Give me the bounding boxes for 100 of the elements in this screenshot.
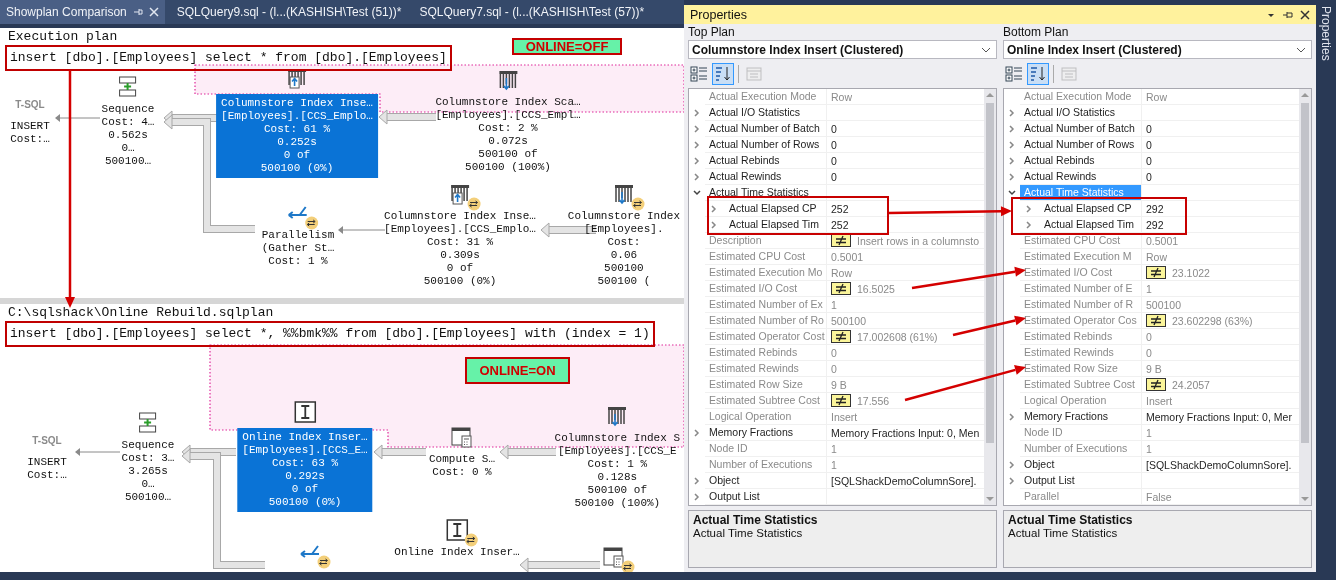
property-name[interactable]: Number of Executions: [1020, 441, 1141, 456]
property-name[interactable]: Actual I/O Statistics: [1020, 105, 1141, 120]
operator-details[interactable]: INSERT Cost:…: [8, 120, 52, 146]
property-name[interactable]: Estimated Execution Mo: [705, 265, 826, 280]
property-name[interactable]: Actual Execution Mode: [1020, 89, 1141, 104]
property-name[interactable]: Parallel: [1020, 489, 1141, 504]
chevron-right-icon[interactable]: [692, 492, 702, 502]
chevron-right-icon[interactable]: [692, 108, 702, 118]
pin-icon[interactable]: [132, 7, 143, 17]
chevron-right-icon[interactable]: [1007, 124, 1017, 134]
chevron-right-icon[interactable]: [709, 203, 719, 214]
property-name[interactable]: Estimated Rebinds: [705, 345, 826, 360]
operator-dropdown[interactable]: Online Index Insert (Clustered): [1003, 40, 1312, 59]
property-name[interactable]: Actual Rewinds: [705, 169, 826, 184]
chevron-right-icon[interactable]: [1024, 203, 1034, 214]
property-name[interactable]: Estimated I/O Cost: [705, 281, 826, 296]
operator-details[interactable]: Parallelism (Gather St… Cost: 1 %: [259, 229, 337, 268]
pin-icon[interactable]: [1282, 9, 1294, 20]
property-name[interactable]: Object: [705, 473, 826, 488]
side-tab[interactable]: Properties: [1319, 6, 1333, 61]
operator-details[interactable]: Columnstore Index Inse… [Employees].[CCS_Emplo… Cost: 31 % 0.309s 0 of 500100 (0%): [382, 210, 538, 288]
property-name[interactable]: Actual Rebinds: [1020, 153, 1141, 168]
property-name[interactable]: Estimated Row Size: [705, 377, 826, 392]
property-name[interactable]: Actual Elapsed CP: [1040, 201, 1141, 216]
operator-details[interactable]: Sequence Cost: 3… 3.265s 0… 500100…: [119, 439, 177, 504]
scrollbar-thumb[interactable]: [986, 103, 994, 443]
chevron-right-icon[interactable]: [692, 140, 702, 150]
property-name[interactable]: Actual Rewinds: [1020, 169, 1141, 184]
chevron-right-icon[interactable]: [1007, 172, 1017, 182]
property-name[interactable]: Estimated CPU Cost: [1020, 233, 1141, 248]
chevron-right-icon[interactable]: [1007, 460, 1017, 470]
sort-icon[interactable]: [1027, 63, 1049, 85]
operator-details[interactable]: Columnstore Index Inse… [Employees].[CCS_Emplo… Cost: 61 % 0.252s 0 of 500100 (0%): [216, 94, 378, 178]
property-name[interactable]: Estimated Number of Ro: [705, 313, 826, 328]
property-name[interactable]: Estimated Rewinds: [705, 361, 826, 376]
property-name[interactable]: Estimated Operator Cos: [1020, 313, 1141, 328]
property-name[interactable]: Estimated Execution M: [1020, 249, 1141, 264]
property-name[interactable]: Estimated Rewinds: [1020, 345, 1141, 360]
chevron-down-icon[interactable]: [1007, 188, 1017, 198]
chevron-right-icon[interactable]: [692, 172, 702, 182]
property-name[interactable]: Actual Number of Batch: [705, 121, 826, 136]
property-name[interactable]: Estimated Subtree Cost: [705, 393, 826, 408]
property-name[interactable]: Estimated Row Size: [1020, 361, 1141, 376]
chevron-right-icon[interactable]: [709, 219, 719, 230]
operator-dropdown[interactable]: Columnstore Index Insert (Clustered): [688, 40, 997, 59]
property-name[interactable]: Node ID: [1020, 425, 1141, 440]
chevron-right-icon[interactable]: [692, 156, 702, 166]
operator-details[interactable]: Sequence Cost: 4… 0.562s 0… 500100…: [99, 103, 157, 168]
chevron-right-icon[interactable]: [1007, 108, 1017, 118]
property-name[interactable]: Estimated Number of R: [1020, 297, 1141, 312]
property-name[interactable]: Number of Executions: [705, 457, 826, 472]
operator-details[interactable]: Online Index Inser…: [392, 546, 522, 559]
property-name[interactable]: Estimated Subtree Cost: [1020, 377, 1141, 392]
chevron-down-icon[interactable]: [692, 188, 702, 198]
categorized-list-icon[interactable]: [688, 63, 710, 85]
property-name[interactable]: Memory Fractions: [705, 425, 826, 440]
property-name[interactable]: Logical Operation: [1020, 393, 1141, 408]
document-tab[interactable]: SQLQuery7.sql - (l...(KASHISH\Test (57))*: [419, 5, 645, 19]
operator-details[interactable]: Columnstore Index [Employees]. Cost: 0.06 500100 500100 (: [565, 210, 682, 288]
property-name[interactable]: Estimated Operator Cost: [705, 329, 826, 344]
chevron-right-icon[interactable]: [1007, 476, 1017, 486]
chevron-right-icon[interactable]: [692, 428, 702, 438]
property-name[interactable]: Node ID: [705, 441, 826, 456]
scrollbar-thumb[interactable]: [1301, 103, 1309, 443]
property-name[interactable]: Estimated Number of Ex: [705, 297, 826, 312]
chevron-right-icon[interactable]: [692, 124, 702, 134]
property-name[interactable]: Actual Number of Rows: [705, 137, 826, 152]
close-icon[interactable]: [1300, 9, 1310, 20]
property-name[interactable]: Memory Fractions: [1020, 409, 1141, 424]
property-name[interactable]: Description: [705, 233, 826, 248]
property-name[interactable]: Logical Operation: [705, 409, 826, 424]
operator-details[interactable]: Columnstore Index S [Employees].[CCS_E Cost: 1 % 0.128s 500100 of 500100 (100%): [552, 432, 682, 510]
property-name[interactable]: Actual Execution Mode: [705, 89, 826, 104]
operator-details[interactable]: Online Index Inser… [Employees].[CCS_E… Cost: 63 % 0.292s 0 of 500100 (0%): [237, 428, 373, 512]
property-name[interactable]: Actual I/O Statistics: [705, 105, 826, 120]
property-name[interactable]: Actual Time Statistics: [705, 185, 826, 200]
property-name[interactable]: Output List: [1020, 473, 1141, 488]
chevron-right-icon[interactable]: [1024, 219, 1034, 230]
chevron-right-icon[interactable]: [1007, 156, 1017, 166]
chevron-right-icon[interactable]: [692, 476, 702, 486]
chevron-right-icon[interactable]: [1007, 412, 1017, 422]
property-name[interactable]: Actual Elapsed Tim: [1040, 217, 1141, 232]
operator-details[interactable]: INSERT Cost:…: [25, 456, 69, 482]
property-name[interactable]: Actual Elapsed Tim: [725, 217, 826, 232]
document-tab[interactable]: SQLQuery9.sql - (l...(KASHISH\Test (51))*: [176, 5, 402, 19]
chevron-right-icon[interactable]: [1007, 140, 1017, 150]
sort-icon[interactable]: [712, 63, 734, 85]
property-name[interactable]: Actual Rebinds: [705, 153, 826, 168]
property-name[interactable]: Actual Elapsed CP: [725, 201, 826, 216]
operator-details[interactable]: Compute S… Cost: 0 %: [427, 453, 497, 479]
property-name[interactable]: Estimated Rebinds: [1020, 329, 1141, 344]
property-name[interactable]: Object: [1020, 457, 1141, 472]
property-name[interactable]: Estimated I/O Cost: [1020, 265, 1141, 280]
operator-details[interactable]: Columnstore Index Sca… [Employees].[CCS_Empl… Cost: 2 % 0.072s 500100 of 500100 (100%): [433, 96, 583, 174]
property-name[interactable]: Output List: [705, 489, 826, 504]
property-name[interactable]: Estimated CPU Cost: [705, 249, 826, 264]
property-name[interactable]: Actual Number of Batch: [1020, 121, 1141, 136]
property-name[interactable]: Actual Number of Rows: [1020, 137, 1141, 152]
property-name[interactable]: Estimated Number of E: [1020, 281, 1141, 296]
categorized-list-icon[interactable]: [1003, 63, 1025, 85]
